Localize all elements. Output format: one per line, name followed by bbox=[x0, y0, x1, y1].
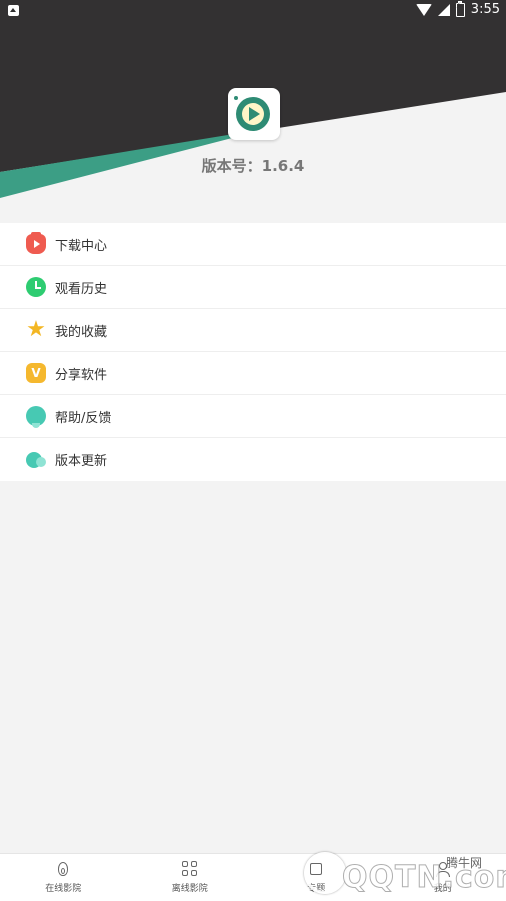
header-banner: 版本号：1.6.4 bbox=[0, 0, 506, 222]
bottom-tab-bar: 在线影院 离线影院 专题 我的 bbox=[0, 853, 506, 901]
menu-item-history[interactable]: 观看历史 bbox=[0, 266, 506, 309]
tab-label: 我的 bbox=[434, 881, 452, 894]
battery-icon bbox=[456, 3, 465, 17]
download-center-icon bbox=[26, 234, 46, 254]
topic-icon bbox=[308, 861, 324, 877]
signal-icon bbox=[438, 4, 450, 16]
tab-label: 专题 bbox=[307, 881, 325, 894]
menu-item-label: 分享软件 bbox=[55, 364, 107, 383]
menu-item-label: 下载中心 bbox=[55, 235, 107, 254]
settings-menu: 下载中心 观看历史 ★ 我的收藏 V 分享软件 帮助/反馈 版本更新 bbox=[0, 223, 506, 481]
notification-icon bbox=[8, 5, 19, 16]
status-bar: 3:55 bbox=[0, 0, 506, 22]
menu-item-favorites[interactable]: ★ 我的收藏 bbox=[0, 309, 506, 352]
grid-icon bbox=[182, 861, 198, 877]
app-logo bbox=[228, 88, 280, 140]
tab-label: 离线影院 bbox=[172, 881, 208, 894]
tab-offline-cinema[interactable]: 离线影院 bbox=[127, 854, 254, 901]
menu-item-label: 观看历史 bbox=[55, 278, 107, 297]
star-icon: ★ bbox=[26, 320, 46, 340]
status-time: 3:55 bbox=[471, 2, 500, 17]
help-bulb-icon bbox=[26, 406, 46, 426]
user-icon bbox=[435, 861, 451, 877]
tab-label: 在线影院 bbox=[45, 881, 81, 894]
tab-topics[interactable]: 专题 bbox=[253, 854, 380, 901]
wifi-icon bbox=[416, 4, 432, 16]
menu-item-share[interactable]: V 分享软件 bbox=[0, 352, 506, 395]
menu-item-label: 版本更新 bbox=[55, 450, 107, 469]
menu-item-help-feedback[interactable]: 帮助/反馈 bbox=[0, 395, 506, 438]
menu-item-label: 帮助/反馈 bbox=[55, 407, 111, 426]
tab-mine[interactable]: 我的 bbox=[380, 854, 506, 901]
update-cloud-icon bbox=[26, 450, 46, 470]
menu-item-version-update[interactable]: 版本更新 bbox=[0, 438, 506, 481]
menu-item-download-center[interactable]: 下载中心 bbox=[0, 223, 506, 266]
version-label: 版本号：1.6.4 bbox=[0, 155, 506, 176]
menu-item-label: 我的收藏 bbox=[55, 321, 107, 340]
tab-online-cinema[interactable]: 在线影院 bbox=[0, 854, 127, 901]
share-v-icon: V bbox=[26, 363, 46, 383]
play-icon bbox=[249, 107, 260, 121]
flame-icon bbox=[55, 861, 71, 877]
history-clock-icon bbox=[26, 277, 46, 297]
